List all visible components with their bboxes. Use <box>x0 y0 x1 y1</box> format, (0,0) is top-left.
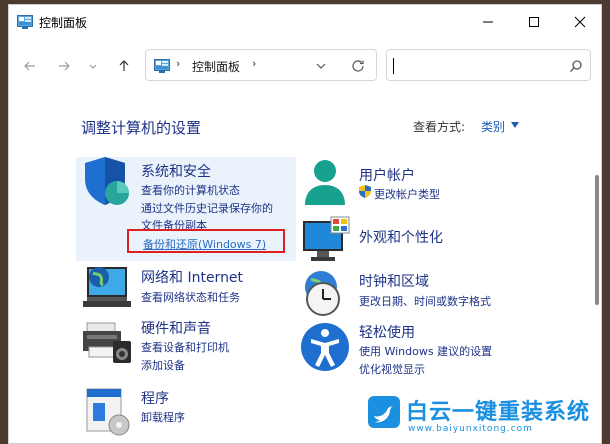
recent-locations-button[interactable] <box>83 53 103 79</box>
chevron-down-icon[interactable] <box>314 59 328 73</box>
text-caret <box>393 58 394 74</box>
category-clock-region-title[interactable]: 时钟和区域 <box>359 271 429 291</box>
breadcrumb-separator[interactable]: › <box>176 57 180 70</box>
bird-logo-icon <box>368 396 400 428</box>
search-input[interactable] <box>397 57 557 75</box>
link-change-account-type[interactable]: 更改帐户类型 <box>374 186 440 202</box>
address-bar[interactable]: › 控制面板 › <box>145 49 377 81</box>
breadcrumb-separator[interactable]: › <box>252 57 256 70</box>
maximize-icon <box>529 17 539 27</box>
category-ease-of-access-title[interactable]: 轻松使用 <box>359 322 415 342</box>
minimize-button[interactable] <box>465 5 511 39</box>
arrow-up-icon <box>119 60 129 71</box>
printer-speaker-icon[interactable] <box>81 315 133 367</box>
link-optimize-visual-display[interactable]: 优化视觉显示 <box>359 361 425 377</box>
link-view-computer-status[interactable]: 查看你的计算机状态 <box>141 182 240 198</box>
clock-globe-icon[interactable] <box>299 267 351 319</box>
control-panel-icon <box>154 59 170 73</box>
breadcrumb-control-panel[interactable]: 控制面板 <box>192 58 240 75</box>
control-panel-window: 控制面板 › 控制面板 › 调整计算机的设置 查看方式: 类别 系统和安全 查看… <box>8 4 602 444</box>
control-panel-icon <box>17 15 33 29</box>
vertical-scrollbar[interactable] <box>595 175 599 305</box>
search-box[interactable] <box>386 49 591 81</box>
watermark: 白云一键重装系统 www.baiyunxitong.com <box>368 392 610 444</box>
up-button[interactable] <box>111 53 137 79</box>
link-file-history[interactable]: 通过文件历史记录保存你的 <box>141 200 273 216</box>
forward-button[interactable] <box>51 53 77 79</box>
category-network-title[interactable]: 网络和 Internet <box>141 267 243 287</box>
close-button[interactable] <box>557 5 601 39</box>
category-hardware-sound-title[interactable]: 硬件和声音 <box>141 318 211 338</box>
accessibility-icon[interactable] <box>299 321 351 373</box>
category-system-security-title[interactable]: 系统和安全 <box>141 161 211 181</box>
refresh-icon[interactable] <box>350 58 366 74</box>
user-icon[interactable] <box>299 157 351 209</box>
watermark-url: www.baiyunxitong.com <box>408 424 533 434</box>
maximize-button[interactable] <box>511 5 557 39</box>
view-by-dropdown[interactable]: 类别 <box>481 118 505 135</box>
link-uninstall-program[interactable]: 卸载程序 <box>141 409 185 425</box>
shield-icon[interactable] <box>81 157 133 209</box>
chevron-down-icon <box>89 64 97 69</box>
search-icon[interactable] <box>569 59 583 73</box>
arrow-right-icon <box>59 61 70 71</box>
monitor-palette-icon[interactable] <box>299 215 351 267</box>
link-network-status[interactable]: 查看网络状态和任务 <box>141 289 240 305</box>
caret-down-icon[interactable] <box>511 122 519 128</box>
window-title: 控制面板 <box>39 16 88 30</box>
uac-shield-icon <box>359 185 371 198</box>
close-icon <box>574 16 586 28</box>
link-add-device[interactable]: 添加设备 <box>141 357 185 373</box>
category-appearance-title[interactable]: 外观和个性化 <box>359 227 443 247</box>
category-user-accounts-title[interactable]: 用户帐户 <box>359 165 415 185</box>
view-by-label: 查看方式: <box>413 120 466 134</box>
link-change-date-time[interactable]: 更改日期、时间或数字格式 <box>359 293 491 309</box>
link-devices-printers[interactable]: 查看设备和打印机 <box>141 339 229 355</box>
back-button[interactable] <box>17 53 43 79</box>
link-windows-recommended-settings[interactable]: 使用 Windows 建议的设置 <box>359 343 492 359</box>
arrow-left-icon <box>24 61 35 71</box>
category-programs-title[interactable]: 程序 <box>141 388 169 408</box>
highlight-box <box>127 229 285 253</box>
globe-network-icon[interactable] <box>81 261 133 313</box>
watermark-text: 白云一键重装系统 <box>406 400 591 425</box>
title-bar[interactable]: 控制面板 <box>9 5 601 39</box>
programs-icon[interactable] <box>81 385 133 437</box>
minimize-icon <box>483 21 493 23</box>
page-title: 调整计算机的设置 <box>81 119 202 137</box>
